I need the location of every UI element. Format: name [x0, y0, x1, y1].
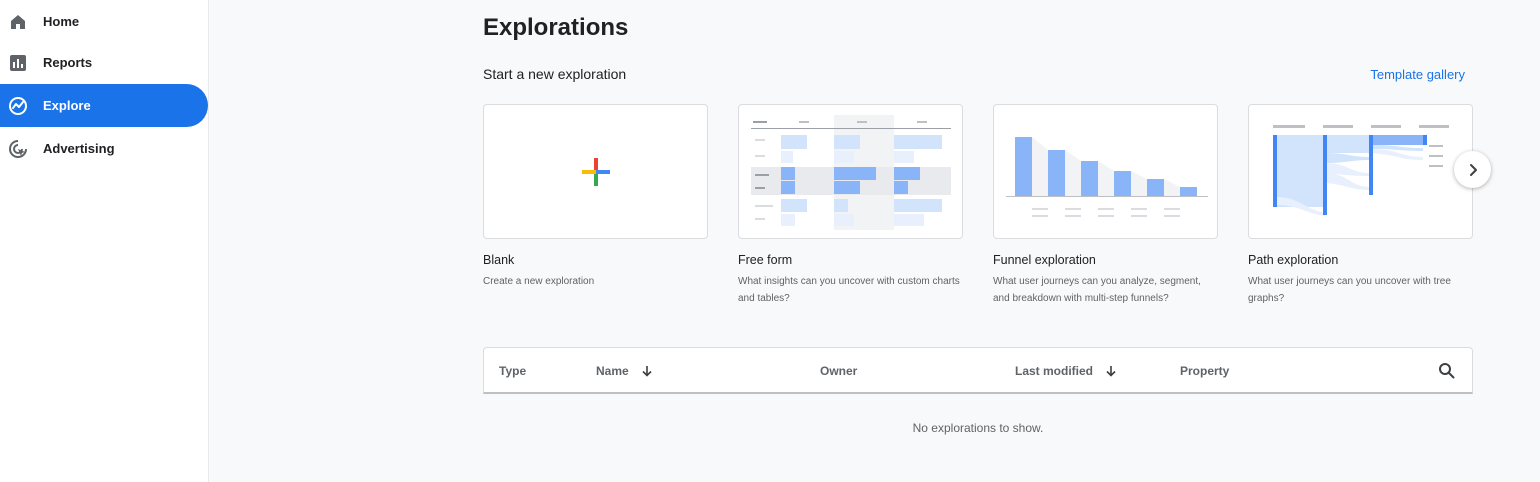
column-header-type[interactable]: Type: [499, 364, 526, 378]
sidebar-item-label: Advertising: [43, 141, 115, 156]
sidebar-item-label: Explore: [43, 98, 91, 113]
card-free-form[interactable]: Free form What insights can you uncover …: [738, 104, 963, 307]
explore-icon: [8, 96, 28, 116]
sidebar-item-home[interactable]: Home: [0, 0, 208, 43]
card-thumbnail[interactable]: [738, 104, 963, 239]
sidebar-item-label: Reports: [43, 55, 93, 70]
column-header-property[interactable]: Property: [1180, 364, 1229, 378]
sidebar: Home Reports Explore Advertising: [0, 0, 209, 482]
card-blank[interactable]: Blank Create a new exploration: [483, 104, 708, 290]
column-label: Type: [499, 364, 527, 378]
column-label: Owner: [820, 364, 858, 378]
chevron-right-icon: [1469, 163, 1477, 176]
card-title: Funnel exploration: [993, 253, 1096, 267]
path-illustration: [1273, 125, 1449, 216]
search-icon: [1438, 362, 1454, 378]
empty-state-message: No explorations to show.: [912, 421, 1044, 435]
search-button[interactable]: [1436, 360, 1456, 380]
plus-icon: [582, 158, 610, 186]
free-form-illustration: [751, 115, 951, 230]
sidebar-item-advertising[interactable]: Advertising: [0, 127, 208, 170]
home-icon: [8, 12, 28, 32]
reports-icon: [8, 53, 28, 73]
card-description: Create a new exploration: [483, 276, 595, 287]
card-thumbnail[interactable]: [1248, 104, 1473, 239]
column-header-last-modified[interactable]: Last modified: [1015, 364, 1117, 378]
column-label: Last modified: [1015, 364, 1094, 378]
card-description: What user journeys can you uncover with …: [1248, 276, 1451, 304]
sidebar-item-label: Home: [43, 14, 80, 29]
card-funnel-exploration[interactable]: Funnel exploration What user journeys ca…: [993, 104, 1218, 307]
template-gallery-link[interactable]: Template gallery: [1370, 67, 1465, 82]
sidebar-item-explore[interactable]: Explore: [0, 84, 208, 127]
card-description: What user journeys can you analyze, segm…: [993, 276, 1201, 304]
advertising-icon: [8, 139, 28, 159]
explorations-table-header: Type Name Owner Last modified Property: [483, 347, 1473, 394]
card-thumbnail[interactable]: [993, 104, 1218, 239]
column-label: Property: [1180, 364, 1230, 378]
card-thumbnail[interactable]: [483, 104, 708, 239]
card-title: Blank: [483, 253, 515, 267]
card-title: Path exploration: [1248, 253, 1339, 267]
sidebar-item-reports[interactable]: Reports: [0, 41, 208, 84]
column-header-name[interactable]: Name: [596, 364, 653, 378]
card-description: What insights can you uncover with custo…: [738, 276, 960, 304]
sort-arrow-down-icon[interactable]: [1105, 365, 1117, 377]
next-templates-button[interactable]: [1454, 151, 1491, 188]
card-title: Free form: [738, 253, 793, 267]
funnel-illustration: [1006, 137, 1208, 217]
card-path-exploration[interactable]: Path exploration What user journeys can …: [1248, 104, 1473, 307]
page-title: Explorations: [483, 14, 629, 41]
column-label: Name: [596, 364, 629, 378]
sort-arrow-down-icon[interactable]: [641, 365, 653, 377]
section-title: Start a new exploration: [483, 66, 627, 82]
main-content: Explorations Start a new exploration Tem…: [209, 0, 1540, 482]
column-header-owner[interactable]: Owner: [820, 364, 857, 378]
